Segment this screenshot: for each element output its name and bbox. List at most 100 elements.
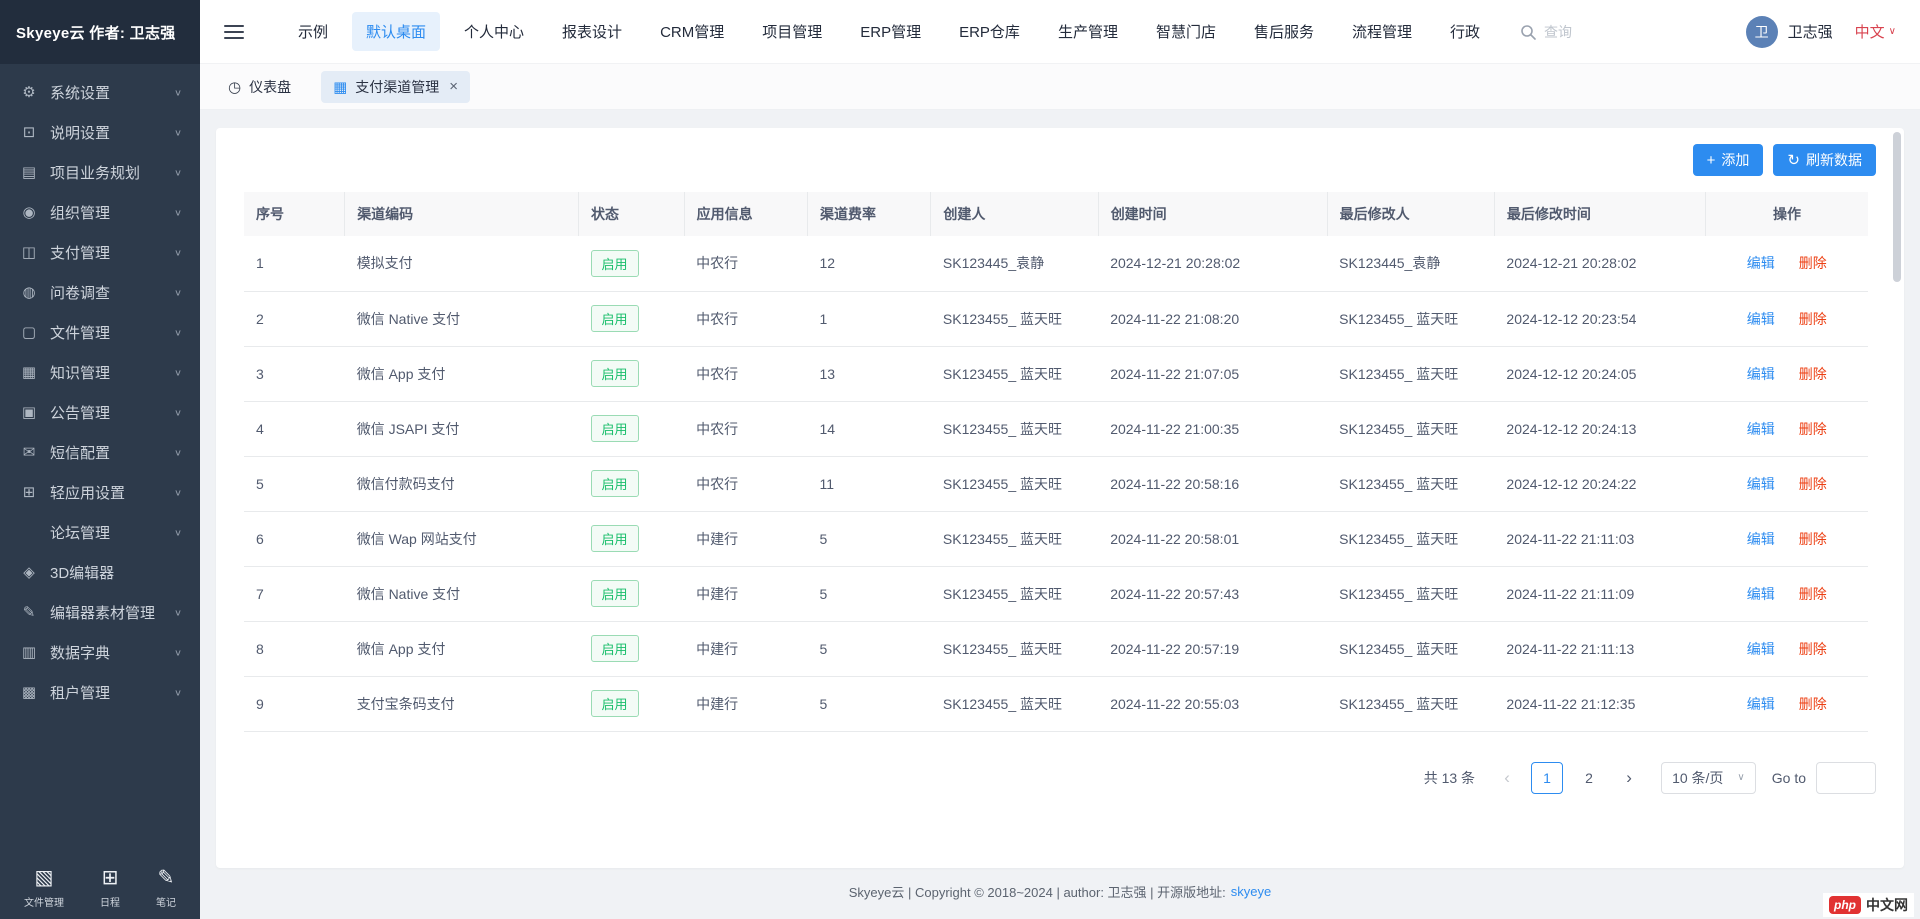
status-badge: 启用 <box>591 360 639 387</box>
sidebar-item-project-planning[interactable]: ▤项目业务规划∨ <box>0 152 200 192</box>
next-page-button[interactable]: › <box>1615 762 1643 794</box>
monitor-icon: ⊡ <box>18 123 40 141</box>
close-icon[interactable]: × <box>449 78 458 95</box>
table-cell: 中农行 <box>684 346 807 401</box>
table-cell: SK123455_ 蓝天旺 <box>1327 401 1494 456</box>
edit-link[interactable]: 编辑 <box>1747 641 1775 657</box>
sidebar-bottom-calendar[interactable]: ⊞日程 <box>100 865 120 909</box>
sidebar-item-knowledge[interactable]: ▦知识管理∨ <box>0 352 200 392</box>
sidebar-item-data-dictionary[interactable]: ▥数据字典∨ <box>0 632 200 672</box>
prev-page-button[interactable]: ‹ <box>1493 762 1521 794</box>
nav-item-erp-warehouse[interactable]: ERP仓库 <box>945 12 1034 51</box>
goto-label: Go to <box>1772 770 1806 786</box>
delete-link[interactable]: 删除 <box>1799 476 1827 492</box>
nav-item-project[interactable]: 项目管理 <box>748 12 836 51</box>
language-switcher[interactable]: 中文 ∨ <box>1855 21 1896 42</box>
tab-bar: ◷仪表盘 ▦支付渠道管理× <box>200 64 1920 110</box>
sidebar-item-system-settings[interactable]: ⚙系统设置∨ <box>0 72 200 112</box>
delete-link[interactable]: 删除 <box>1799 366 1827 382</box>
nav-item-erp[interactable]: ERP管理 <box>846 12 935 51</box>
sidebar-bottom-notes[interactable]: ✎笔记 <box>156 865 176 909</box>
table-cell: 中农行 <box>684 456 807 511</box>
nav-item-workflow[interactable]: 流程管理 <box>1338 12 1426 51</box>
chevron-down-icon: ∨ <box>174 487 182 497</box>
delete-link[interactable]: 删除 <box>1799 311 1827 327</box>
nav-item-production[interactable]: 生产管理 <box>1044 12 1132 51</box>
sidebar-item-label: 文件管理 <box>50 322 110 343</box>
table-cell: 5 <box>808 511 931 566</box>
delete-link[interactable]: 删除 <box>1799 641 1827 657</box>
sidebar-item-label: 短信配置 <box>50 442 110 463</box>
edit-link[interactable]: 编辑 <box>1747 476 1775 492</box>
sidebar-item-tenant[interactable]: ▩租户管理∨ <box>0 672 200 712</box>
table-cell: 2024-11-22 20:55:03 <box>1098 676 1327 731</box>
nav-item-smart-store[interactable]: 智慧门店 <box>1142 12 1230 51</box>
page-size-value: 10 条/页 <box>1672 768 1723 788</box>
edit-link[interactable]: 编辑 <box>1747 586 1775 602</box>
delete-link[interactable]: 删除 <box>1799 255 1827 271</box>
sidebar-item-announcement[interactable]: ▣公告管理∨ <box>0 392 200 432</box>
user-name[interactable]: 卫志强 <box>1788 21 1833 42</box>
scrollbar[interactable] <box>1893 132 1901 864</box>
refresh-button[interactable]: ↻ 刷新数据 <box>1773 144 1876 176</box>
goto-page-input[interactable] <box>1816 762 1876 794</box>
add-button-label: 添加 <box>1721 150 1749 170</box>
sidebar-item-payment[interactable]: ◫支付管理∨ <box>0 232 200 272</box>
edit-link[interactable]: 编辑 <box>1747 255 1775 271</box>
search-icon <box>1520 24 1536 40</box>
column-header: 最后修改时间 <box>1494 192 1705 236</box>
table-cell: 3 <box>244 346 345 401</box>
column-header: 渠道编码 <box>345 192 579 236</box>
table-row: 1模拟支付启用中农行12SK123445_袁静2024-12-21 20:28:… <box>244 236 1868 291</box>
refresh-button-label: 刷新数据 <box>1806 150 1862 170</box>
avatar[interactable]: 卫 <box>1746 16 1778 48</box>
sidebar-item-survey[interactable]: ◍问卷调查∨ <box>0 272 200 312</box>
table-row: 9支付宝条码支付启用中建行5SK123455_ 蓝天旺2024-11-22 20… <box>244 676 1868 731</box>
sidebar-bottom-files[interactable]: ▧文件管理 <box>24 865 64 909</box>
sidebar-item-organization[interactable]: ◉组织管理∨ <box>0 192 200 232</box>
delete-link[interactable]: 删除 <box>1799 421 1827 437</box>
nav-item-after-sales[interactable]: 售后服务 <box>1240 12 1328 51</box>
table-cell: SK123455_ 蓝天旺 <box>931 676 1098 731</box>
file-icon: ▢ <box>18 323 40 341</box>
sidebar-item-3d-editor[interactable]: ◈3D编辑器 <box>0 552 200 592</box>
nav-item-personal-center[interactable]: 个人中心 <box>450 12 538 51</box>
nav-item-example[interactable]: 示例 <box>284 12 342 51</box>
sidebar-item-forum[interactable]: 论坛管理∨ <box>0 512 200 552</box>
page-button-1[interactable]: 1 <box>1531 762 1563 794</box>
nav-item-administration[interactable]: 行政 <box>1436 12 1494 51</box>
edit-link[interactable]: 编辑 <box>1747 696 1775 712</box>
delete-link[interactable]: 删除 <box>1799 531 1827 547</box>
edit-link[interactable]: 编辑 <box>1747 366 1775 382</box>
page-button-2[interactable]: 2 <box>1573 762 1605 794</box>
sidebar-item-label: 公告管理 <box>50 402 110 423</box>
delete-link[interactable]: 删除 <box>1799 586 1827 602</box>
nav-item-default-desktop[interactable]: 默认桌面 <box>352 12 440 51</box>
edit-link[interactable]: 编辑 <box>1747 421 1775 437</box>
tab-dashboard[interactable]: ◷仪表盘 <box>216 71 303 103</box>
delete-link[interactable]: 删除 <box>1799 696 1827 712</box>
sidebar-item-file-management[interactable]: ▢文件管理∨ <box>0 312 200 352</box>
status-cell: 启用 <box>579 621 685 676</box>
sidebar-item-sms-config[interactable]: ✉短信配置∨ <box>0 432 200 472</box>
nav-item-report-design[interactable]: 报表设计 <box>548 12 636 51</box>
tab-payment-channels[interactable]: ▦支付渠道管理× <box>321 71 470 103</box>
table-cell: 1 <box>808 291 931 346</box>
nav-item-crm[interactable]: CRM管理 <box>646 12 738 51</box>
table-cell: 5 <box>808 676 931 731</box>
add-button[interactable]: + 添加 <box>1693 144 1764 176</box>
edit-link[interactable]: 编辑 <box>1747 531 1775 547</box>
dictionary-icon: ▥ <box>18 643 40 661</box>
edit-link[interactable]: 编辑 <box>1747 311 1775 327</box>
sidebar-item-editor-material[interactable]: ✎编辑器素材管理∨ <box>0 592 200 632</box>
top-navigation: 示例默认桌面个人中心报表设计 CRM管理项目管理 ERP管理 ERP仓库生产管理智慧门… <box>284 12 1494 51</box>
status-badge: 启用 <box>591 635 639 662</box>
page-size-select[interactable]: 10 条/页∨ <box>1661 762 1756 794</box>
sidebar-item-light-app-settings[interactable]: ⊞轻应用设置∨ <box>0 472 200 512</box>
footer-link[interactable]: skyeye <box>1231 884 1271 899</box>
sidebar-item-description-settings[interactable]: ⊡说明设置∨ <box>0 112 200 152</box>
search-box[interactable]: 查询 <box>1520 22 1572 42</box>
menu-toggle-icon[interactable] <box>224 24 244 40</box>
chevron-down-icon: ∨ <box>174 367 182 377</box>
scrollbar-thumb[interactable] <box>1893 132 1901 282</box>
